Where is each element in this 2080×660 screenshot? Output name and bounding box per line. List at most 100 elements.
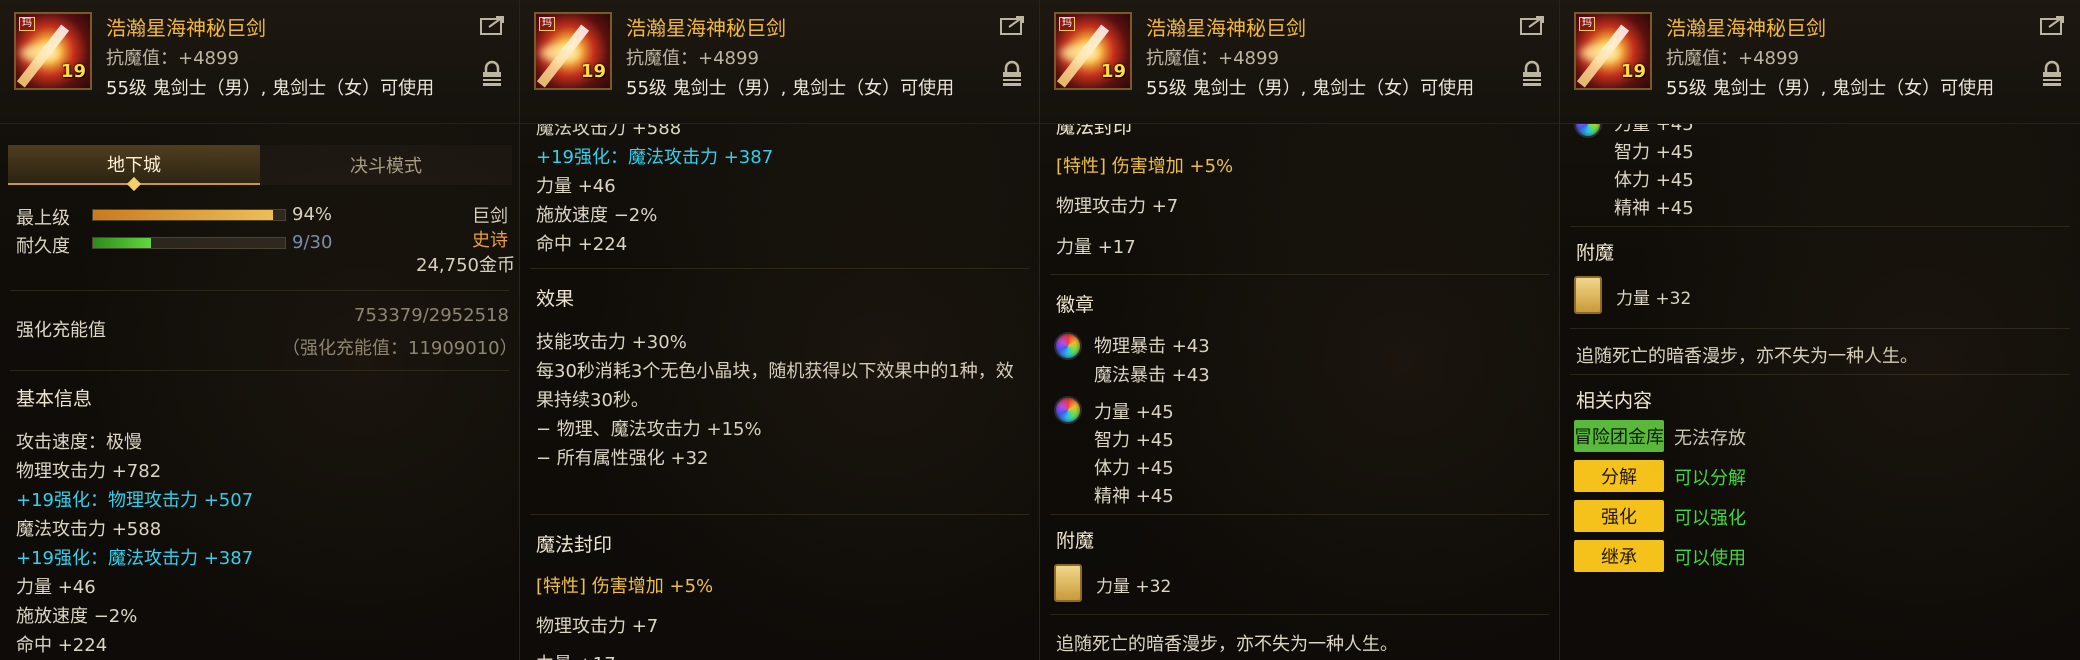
stat-line: 施放速度 −2% bbox=[16, 606, 138, 627]
thumb-level: 19 bbox=[60, 61, 86, 82]
tab-dungeon-label: 地下城 bbox=[107, 155, 161, 176]
lock-icon[interactable] bbox=[2042, 60, 2062, 88]
item-thumbnail: 玛 19 bbox=[534, 12, 612, 90]
stat-line: 魔法攻击力 +588 bbox=[16, 519, 162, 540]
item-header: 玛 19 浩瀚星海神秘巨剑 抗魔值：+4899 55级 鬼剑士（男）, 鬼剑士（… bbox=[1560, 0, 2080, 124]
weapon-type: 巨剑 bbox=[472, 206, 508, 227]
enchant-title: 附魔 bbox=[1056, 530, 1095, 552]
seal-line: 物理攻击力 +7 bbox=[536, 616, 659, 637]
effect-line: − 所有属性强化 +32 bbox=[536, 448, 709, 469]
share-icon[interactable] bbox=[1000, 14, 1026, 36]
stat-line-enhance: +19强化：魔法攻击力 +387 bbox=[16, 548, 254, 569]
thumb-tag: 玛 bbox=[1579, 17, 1595, 31]
durability-bar bbox=[92, 237, 286, 249]
enchant-line: 力量 +32 bbox=[1096, 577, 1172, 597]
seal-trait: [特性] 伤害增加 +5% bbox=[536, 576, 714, 597]
flavor-text: 追随死亡的暗香漫步，亦不失为一种人生。 bbox=[1056, 634, 1398, 655]
stat-line: 命中 +224 bbox=[536, 234, 628, 255]
stat-line: 命中 +224 bbox=[16, 635, 108, 656]
item-resist: 抗魔值：+4899 bbox=[106, 48, 239, 69]
stat-line: 物理攻击力 +782 bbox=[16, 461, 162, 482]
emblem-line: 精神 +45 bbox=[1614, 198, 1694, 219]
stat-line-enhance: +19强化：魔法攻击力 +387 bbox=[536, 147, 774, 168]
thumb-tag: 玛 bbox=[19, 17, 35, 31]
item-usable: 55级 鬼剑士（男）, 鬼剑士（女）可使用 bbox=[626, 78, 955, 99]
charge-value: 753379/2952518 bbox=[354, 305, 509, 326]
lock-icon[interactable] bbox=[482, 60, 502, 88]
item-name: 浩瀚星海神秘巨剑 bbox=[1666, 16, 1826, 40]
enchant-line: 力量 +32 bbox=[1616, 289, 1692, 309]
item-header: 玛 19 浩瀚星海神秘巨剑 抗魔值：+4899 55级 鬼剑士（男）, 鬼剑士（… bbox=[1040, 0, 1559, 124]
item-usable: 55级 鬼剑士（男）, 鬼剑士（女）可使用 bbox=[1666, 78, 1995, 99]
thumb-tag: 玛 bbox=[539, 17, 555, 31]
lock-icon[interactable] bbox=[1522, 60, 1542, 88]
item-name: 浩瀚星海神秘巨剑 bbox=[626, 16, 786, 40]
effect-line: 果持续30秒。 bbox=[536, 390, 649, 411]
enchant-card-icon bbox=[1574, 276, 1602, 314]
emblem-line: 体力 +45 bbox=[1094, 458, 1174, 479]
tab-pvp-label: 决斗模式 bbox=[350, 156, 422, 177]
tooltip-strip: 玛 19 浩瀚星海神秘巨剑 抗魔值：+4899 55级 鬼剑士（男）, 鬼剑士（… bbox=[0, 0, 2080, 660]
thumb-level: 19 bbox=[1620, 61, 1646, 82]
item-name: 浩瀚星海神秘巨剑 bbox=[1146, 16, 1306, 40]
durability-value: 9/30 bbox=[292, 232, 333, 253]
stat-line-enhance: +19强化：物理攻击力 +507 bbox=[16, 490, 254, 511]
charge-sub: （强化充能值：11909010） bbox=[282, 338, 518, 359]
mode-tabs: 地下城 决斗模式 bbox=[8, 145, 512, 192]
seal-line: 力量 +17 bbox=[1056, 237, 1136, 258]
emblem-gem-icon bbox=[1054, 396, 1082, 424]
emblem-line: 精神 +45 bbox=[1094, 486, 1174, 507]
grade-label: 最上级 bbox=[16, 208, 70, 229]
emblem-line: 力量 +45 bbox=[1094, 402, 1174, 423]
item-resist: 抗魔值：+4899 bbox=[1146, 48, 1279, 69]
item-thumbnail: 玛 19 bbox=[1054, 12, 1132, 90]
emblem-line: 体力 +45 bbox=[1614, 170, 1694, 191]
item-usable: 55级 鬼剑士（男）, 鬼剑士（女）可使用 bbox=[106, 78, 435, 99]
item-thumbnail: 玛 19 bbox=[14, 12, 92, 90]
charge-label: 强化充能值 bbox=[16, 320, 106, 341]
stat-line: 力量 +46 bbox=[16, 577, 96, 598]
badge-disassemble: 分解 bbox=[1574, 460, 1664, 492]
tooltip-panel-2: 玛 19 浩瀚星海神秘巨剑 抗魔值：+4899 55级 鬼剑士（男）, 鬼剑士（… bbox=[520, 0, 1040, 660]
rarity: 史诗 bbox=[472, 230, 508, 251]
emblem-line: 物理暴击 +43 bbox=[1094, 336, 1210, 357]
item-thumbnail: 玛 19 bbox=[1574, 12, 1652, 90]
stat-line: 攻击速度：极慢 bbox=[16, 432, 142, 453]
item-resist: 抗魔值：+4899 bbox=[626, 48, 759, 69]
tab-dungeon[interactable]: 地下城 bbox=[8, 145, 260, 192]
item-header: 玛 19 浩瀚星海神秘巨剑 抗魔值：+4899 55级 鬼剑士（男）, 鬼剑士（… bbox=[520, 0, 1039, 124]
tooltip-panel-4: 玛 19 浩瀚星海神秘巨剑 抗魔值：+4899 55级 鬼剑士（男）, 鬼剑士（… bbox=[1560, 0, 2080, 660]
grade-bar bbox=[92, 209, 286, 221]
emblem-title: 徽章 bbox=[1056, 294, 1095, 316]
share-icon[interactable] bbox=[1520, 14, 1546, 36]
seal-trait: [特性] 伤害增加 +5% bbox=[1056, 156, 1234, 177]
tab-pvp[interactable]: 决斗模式 bbox=[260, 145, 512, 185]
effect-line: 技能攻击力 +30% bbox=[536, 332, 687, 353]
effect-line: − 物理、魔法攻击力 +15% bbox=[536, 419, 762, 440]
seal-line: 物理攻击力 +7 bbox=[1056, 196, 1179, 217]
lock-icon[interactable] bbox=[1002, 60, 1022, 88]
sell-price: 24,750金币 bbox=[416, 255, 515, 276]
thumb-level: 19 bbox=[580, 61, 606, 82]
effect-line: 每30秒消耗3个无色小晶块，随机获得以下效果中的1种，效 bbox=[536, 361, 1014, 382]
item-usable: 55级 鬼剑士（男）, 鬼剑士（女）可使用 bbox=[1146, 78, 1475, 99]
tooltip-panel-1: 玛 19 浩瀚星海神秘巨剑 抗魔值：+4899 55级 鬼剑士（男）, 鬼剑士（… bbox=[0, 0, 520, 660]
tooltip-panel-3: 玛 19 浩瀚星海神秘巨剑 抗魔值：+4899 55级 鬼剑士（男）, 鬼剑士（… bbox=[1040, 0, 1560, 660]
related-status: 可以使用 bbox=[1674, 548, 1746, 569]
related-title: 相关内容 bbox=[1576, 390, 1653, 412]
related-status: 可以分解 bbox=[1674, 468, 1746, 489]
seal-title: 魔法封印 bbox=[536, 534, 613, 556]
related-status: 无法存放 bbox=[1674, 428, 1746, 449]
emblem-line: 智力 +45 bbox=[1094, 430, 1174, 451]
thumb-level: 19 bbox=[1100, 61, 1126, 82]
grade-value: 94% bbox=[292, 204, 333, 225]
seal-line: 力量 +17 bbox=[536, 650, 616, 660]
item-header: 玛 19 浩瀚星海神秘巨剑 抗魔值：+4899 55级 鬼剑士（男）, 鬼剑士（… bbox=[0, 0, 519, 124]
durability-label: 耐久度 bbox=[16, 236, 70, 257]
badge-inherit: 继承 bbox=[1574, 540, 1664, 572]
enchant-title: 附魔 bbox=[1576, 242, 1615, 264]
share-icon[interactable] bbox=[2040, 14, 2066, 36]
share-icon[interactable] bbox=[480, 14, 506, 36]
effect-title: 效果 bbox=[536, 288, 575, 310]
emblem-line: 魔法暴击 +43 bbox=[1094, 365, 1210, 386]
